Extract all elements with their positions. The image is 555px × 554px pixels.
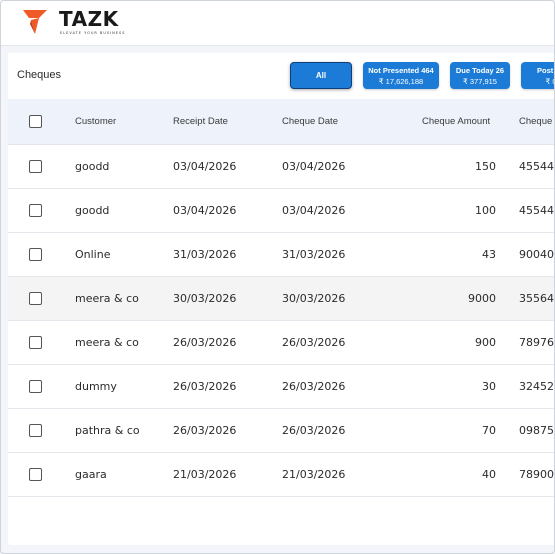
cheques-panel: Cheques All Not Presented 464 ₹ 17,626,1… xyxy=(8,53,554,545)
cell-cheque-amount: 100 xyxy=(475,204,496,217)
filter-label: Due Today 26 xyxy=(455,66,505,75)
filter-not-presented-button[interactable]: Not Presented 464 ₹ 17,626,188 xyxy=(363,62,439,89)
cell-cheque-amount: 150 xyxy=(475,160,496,173)
filter-all-button[interactable]: All xyxy=(290,62,352,89)
cell-cheque-amount: 900 xyxy=(475,336,496,349)
cell-receipt-date: 30/03/2026 xyxy=(173,292,237,305)
table-row[interactable]: goodd 03/04/2026 03/04/2026 150 455444 xyxy=(8,145,554,189)
cell-customer: meera & co xyxy=(75,336,139,349)
cell-cheque-date: 31/03/2026 xyxy=(282,248,346,261)
table-row[interactable]: goodd 03/04/2026 03/04/2026 100 455444 xyxy=(8,189,554,233)
column-header-cheque-number[interactable]: Cheque xyxy=(519,116,552,127)
cell-cheque-date: 21/03/2026 xyxy=(282,468,346,481)
cell-receipt-date: 26/03/2026 xyxy=(173,336,237,349)
cell-receipt-date: 26/03/2026 xyxy=(173,380,237,393)
cell-receipt-date: 31/03/2026 xyxy=(173,248,237,261)
table-row[interactable]: meera & co 26/03/2026 26/03/2026 900 789765 xyxy=(8,321,554,365)
cell-cheque-date: 03/04/2026 xyxy=(282,160,346,173)
cell-cheque-amount: 40 xyxy=(482,468,496,481)
select-all-checkbox[interactable] xyxy=(29,115,42,128)
filter-label: All xyxy=(315,71,327,80)
cell-cheque-date: 26/03/2026 xyxy=(282,380,346,393)
app-window: TAZK ELEVATE YOUR BUSINESS Cheques All N… xyxy=(0,0,555,554)
brand-tagline: ELEVATE YOUR BUSINESS xyxy=(60,31,126,35)
cell-customer: Online xyxy=(75,248,111,261)
row-checkbox[interactable] xyxy=(29,424,42,437)
cell-customer: goodd xyxy=(75,160,110,173)
column-header-cheque-date[interactable]: Cheque Date xyxy=(282,116,338,127)
cell-cheque-date: 30/03/2026 xyxy=(282,292,346,305)
row-checkbox[interactable] xyxy=(29,380,42,393)
table-row[interactable]: meera & co 30/03/2026 30/03/2026 9000 355644 xyxy=(8,277,554,321)
column-header-receipt-date[interactable]: Receipt Date xyxy=(173,116,228,127)
cell-customer: pathra & co xyxy=(75,424,140,437)
cell-cheque-number: 455444 xyxy=(519,204,554,217)
cell-cheque-number: 324523 xyxy=(519,380,554,393)
cell-cheque-amount: 43 xyxy=(482,248,496,261)
filter-post-dated-button[interactable]: Post Da ₹ 0 xyxy=(521,62,554,89)
column-header-customer[interactable]: Customer xyxy=(75,116,116,127)
row-checkbox[interactable] xyxy=(29,336,42,349)
cell-cheque-date: 26/03/2026 xyxy=(282,336,346,349)
cell-receipt-date: 03/04/2026 xyxy=(173,160,237,173)
tazk-logo-icon xyxy=(23,10,47,34)
row-checkbox[interactable] xyxy=(29,248,42,261)
cell-receipt-date: 26/03/2026 xyxy=(173,424,237,437)
cell-customer: gaara xyxy=(75,468,107,481)
row-checkbox[interactable] xyxy=(29,204,42,217)
row-checkbox[interactable] xyxy=(29,292,42,305)
filter-amount: ₹ 377,915 xyxy=(463,77,497,86)
filter-due-today-button[interactable]: Due Today 26 ₹ 377,915 xyxy=(450,62,510,89)
cell-cheque-number: 455444 xyxy=(519,160,554,173)
cell-cheque-amount: 70 xyxy=(482,424,496,437)
table-row[interactable]: gaara 21/03/2026 21/03/2026 40 789000 xyxy=(8,453,554,497)
column-header-cheque-amount[interactable]: Cheque Amount xyxy=(422,116,490,127)
cell-customer: dummy xyxy=(75,380,117,393)
brand-name: TAZK xyxy=(59,7,119,31)
filter-amount: ₹ 17,626,188 xyxy=(378,77,424,86)
table-row[interactable]: dummy 26/03/2026 26/03/2026 30 324523 xyxy=(8,365,554,409)
page-title: Cheques xyxy=(17,69,62,81)
filter-amount: ₹ 0 xyxy=(545,77,554,86)
table-row[interactable]: Online 31/03/2026 31/03/2026 43 900404 xyxy=(8,233,554,277)
row-checkbox[interactable] xyxy=(29,468,42,481)
top-bar: TAZK ELEVATE YOUR BUSINESS xyxy=(1,1,554,46)
row-checkbox[interactable] xyxy=(29,160,42,173)
cell-cheque-date: 26/03/2026 xyxy=(282,424,346,437)
table-header: Customer Receipt Date Cheque Date Cheque… xyxy=(8,99,554,145)
table-row[interactable]: pathra & co 26/03/2026 26/03/2026 70 098753 xyxy=(8,409,554,453)
cell-cheque-number: 355644 xyxy=(519,292,554,305)
cell-cheque-number: 789765 xyxy=(519,336,554,349)
cell-cheque-number: 098753 xyxy=(519,424,554,437)
cell-cheque-amount: 9000 xyxy=(468,292,496,305)
cell-cheque-date: 03/04/2026 xyxy=(282,204,346,217)
cell-customer: meera & co xyxy=(75,292,139,305)
toolbar: Cheques All Not Presented 464 ₹ 17,626,1… xyxy=(8,53,554,99)
cell-receipt-date: 21/03/2026 xyxy=(173,468,237,481)
cell-cheque-number: 789000 xyxy=(519,468,554,481)
cell-cheque-number: 900404 xyxy=(519,248,554,261)
cell-cheque-amount: 30 xyxy=(482,380,496,393)
cell-customer: goodd xyxy=(75,204,110,217)
cell-receipt-date: 03/04/2026 xyxy=(173,204,237,217)
filter-label: Not Presented 464 xyxy=(368,66,434,75)
filter-label: Post Da xyxy=(537,66,554,75)
